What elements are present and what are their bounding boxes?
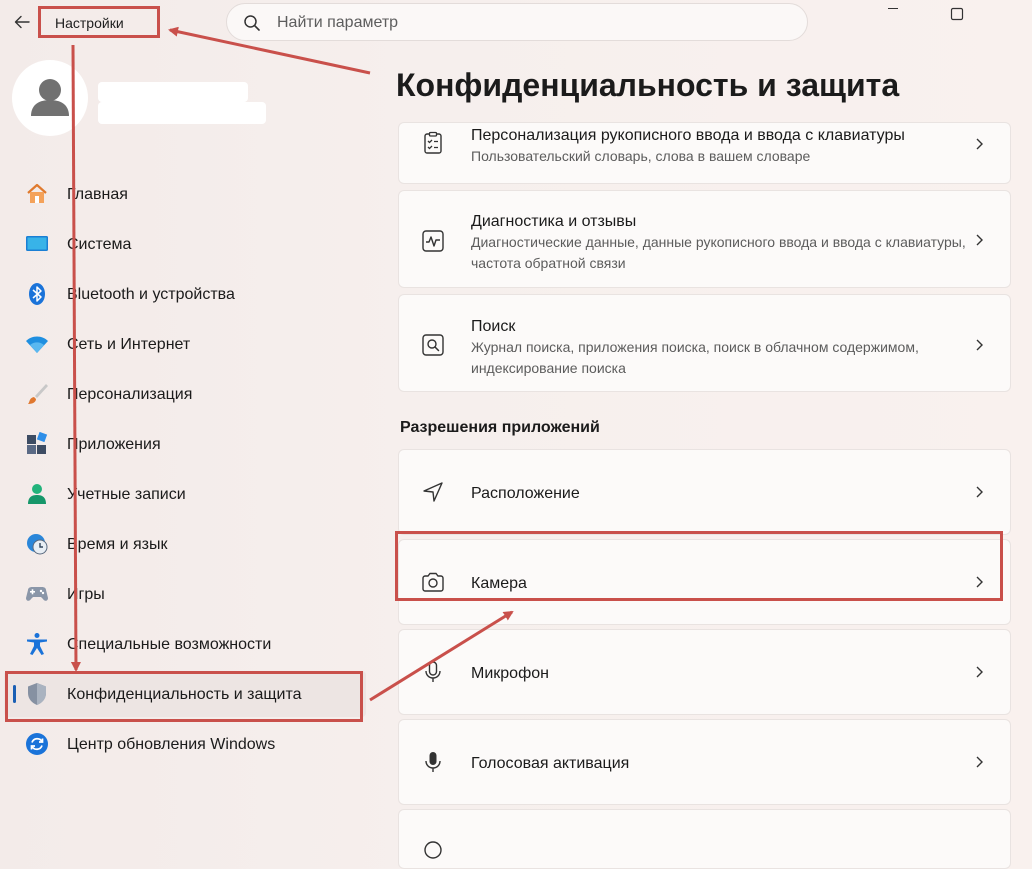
chevron-right-icon bbox=[976, 339, 983, 351]
microphone-filled-icon bbox=[425, 752, 441, 772]
gamepad-icon bbox=[26, 587, 48, 601]
chevron-right-icon bbox=[976, 234, 983, 246]
sidebar-item-windows-update[interactable]: Центр обновления Windows bbox=[4, 721, 366, 767]
minimize-icon bbox=[888, 8, 898, 9]
account-icon bbox=[28, 484, 46, 504]
sidebar-item-gaming[interactable]: Игры bbox=[4, 571, 366, 617]
sidebar-item-label: Сеть и Интернет bbox=[67, 336, 191, 353]
sidebar-item-privacy-security[interactable]: Конфиденциальность и защита bbox=[4, 671, 366, 717]
sidebar-item-accessibility[interactable]: Специальные возможности bbox=[4, 621, 366, 667]
sidebar-item-label: Система bbox=[67, 236, 132, 253]
sidebar-item-system[interactable]: Система bbox=[4, 221, 366, 267]
sidebar-item-label: Учетные записи bbox=[67, 486, 186, 503]
system-icon bbox=[26, 236, 48, 251]
sidebar-item-label: Приложения bbox=[67, 436, 161, 453]
chevron-right-icon bbox=[976, 576, 983, 588]
user-avatar-icon bbox=[31, 79, 69, 116]
sidebar-item-personalization[interactable]: Персонализация bbox=[4, 371, 366, 417]
setting-description: Диагностические данные, данные рукописно… bbox=[471, 234, 966, 271]
section-title-app-permissions: Разрешения приложений bbox=[400, 419, 600, 436]
arrow-left-icon bbox=[14, 15, 30, 29]
sidebar-item-label: Конфиденциальность и защита bbox=[67, 686, 302, 703]
title-bar: Настройки Найти параметр bbox=[0, 0, 1032, 46]
sidebar-item-label: Центр обновления Windows bbox=[67, 736, 276, 753]
sidebar-item-label: Игры bbox=[67, 586, 105, 603]
chevron-right-icon bbox=[976, 138, 983, 150]
setting-card-inking-typing[interactable]: Персонализация рукописного ввода и ввода… bbox=[398, 122, 1011, 184]
setting-description: Пользовательский словарь, слова в вашем … bbox=[471, 148, 811, 164]
setting-description: Журнал поиска, приложения поиска, поиск … bbox=[471, 339, 919, 376]
location-arrow-icon bbox=[423, 482, 443, 502]
page-title: Конфиденциальность и защита bbox=[396, 67, 900, 103]
setting-title: Голосовая активация bbox=[471, 755, 630, 772]
setting-card-microphone[interactable]: Микрофон bbox=[398, 629, 1011, 715]
sidebar-item-label: Время и язык bbox=[67, 536, 168, 553]
chevron-right-icon bbox=[976, 666, 983, 678]
sidebar-item-label: Главная bbox=[67, 186, 128, 203]
active-indicator bbox=[13, 685, 16, 703]
brush-icon bbox=[28, 384, 48, 404]
sidebar-item-label: Bluetooth и устройства bbox=[67, 286, 235, 303]
setting-card-location[interactable]: Расположение bbox=[398, 449, 1011, 535]
sidebar-item-label: Специальные возможности bbox=[67, 636, 272, 653]
sidebar-item-time-language[interactable]: Время и язык bbox=[4, 521, 366, 567]
profile-email-redacted bbox=[98, 102, 266, 124]
setting-card-diagnostics[interactable]: Диагностика и отзывы Диагностические дан… bbox=[398, 190, 1011, 288]
microphone-icon bbox=[425, 661, 441, 682]
partial-icon bbox=[424, 841, 442, 859]
sidebar-item-accounts[interactable]: Учетные записи bbox=[4, 471, 366, 517]
sidebar-item-apps[interactable]: Приложения bbox=[4, 421, 366, 467]
update-icon bbox=[26, 733, 48, 755]
setting-title: Поиск bbox=[471, 318, 516, 335]
wifi-icon bbox=[26, 336, 48, 353]
setting-title: Персонализация рукописного ввода и ввода… bbox=[471, 127, 905, 144]
profile-name-redacted bbox=[98, 82, 248, 102]
setting-card-partial[interactable] bbox=[398, 809, 1011, 869]
home-icon bbox=[27, 183, 47, 203]
clock-globe-icon bbox=[27, 534, 48, 555]
accessibility-icon bbox=[27, 633, 47, 655]
chevron-right-icon bbox=[976, 486, 983, 498]
clipboard-checklist-icon bbox=[424, 131, 442, 154]
maximize-icon bbox=[950, 7, 964, 21]
maximize-button[interactable] bbox=[937, 2, 977, 26]
setting-card-voice-activation[interactable]: Голосовая активация bbox=[398, 719, 1011, 805]
bluetooth-icon bbox=[29, 283, 45, 305]
minimize-button[interactable] bbox=[873, 2, 913, 26]
back-button[interactable] bbox=[10, 10, 34, 34]
sidebar-item-network[interactable]: Сеть и Интернет bbox=[4, 321, 366, 367]
chevron-right-icon bbox=[976, 756, 983, 768]
setting-title: Микрофон bbox=[471, 665, 549, 682]
sidebar-item-home[interactable]: Главная bbox=[4, 171, 366, 217]
camera-icon bbox=[422, 572, 444, 592]
search-input[interactable]: Найти параметр bbox=[277, 14, 398, 32]
setting-card-camera[interactable]: Камера bbox=[398, 539, 1011, 625]
apps-icon bbox=[27, 432, 48, 454]
sidebar-item-label: Персонализация bbox=[67, 386, 193, 403]
shield-icon bbox=[28, 683, 46, 705]
search-box-icon bbox=[422, 334, 444, 356]
setting-title: Диагностика и отзывы bbox=[471, 213, 637, 230]
setting-title: Расположение bbox=[471, 485, 580, 502]
setting-title: Камера bbox=[471, 575, 527, 592]
sidebar-item-bluetooth[interactable]: Bluetooth и устройства bbox=[4, 271, 366, 317]
avatar[interactable] bbox=[12, 60, 88, 136]
diagnostics-icon bbox=[422, 230, 444, 252]
search-box[interactable]: Найти параметр bbox=[226, 3, 808, 41]
search-icon bbox=[244, 15, 260, 31]
setting-card-search[interactable]: Поиск Журнал поиска, приложения поиска, … bbox=[398, 294, 1011, 392]
app-title: Настройки bbox=[55, 15, 124, 31]
